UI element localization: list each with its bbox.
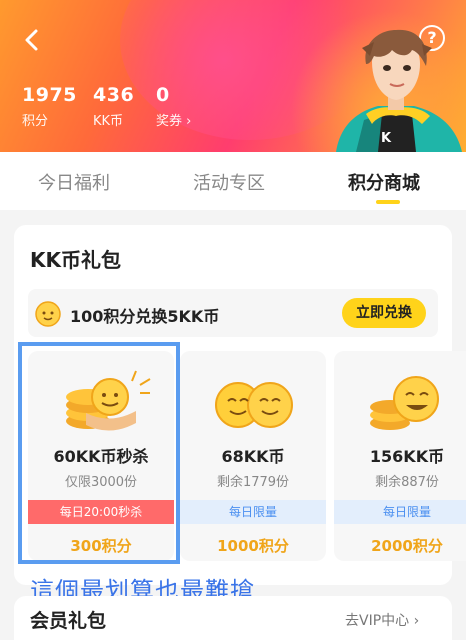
mascot-avatar: K xyxy=(336,29,462,152)
stat-points[interactable]: 1975 积分 xyxy=(22,84,77,129)
exchange-description: 100积分兑换5KK币 xyxy=(70,307,220,326)
stat-kk-coins[interactable]: 436 KK币 xyxy=(93,84,134,129)
chevron-left-icon[interactable] xyxy=(18,26,46,54)
product-price: 300积分 xyxy=(70,537,132,555)
stat-label: KK币 xyxy=(93,114,124,129)
product-card-156kk[interactable]: 156KK币 剩余887份 每日限量 2000积分 xyxy=(334,351,466,561)
product-stock: 仅限3000份 xyxy=(64,475,138,490)
stat-value: 0 xyxy=(156,84,170,106)
section-title: KK币礼包 xyxy=(30,248,121,272)
stat-vouchers[interactable]: 0 奖券 › xyxy=(156,84,191,129)
tab-events[interactable]: 活动专区 xyxy=(193,169,265,195)
vip-center-link[interactable]: 去VIP中心 › xyxy=(345,610,419,630)
exchange-now-button[interactable]: 立即兑换 xyxy=(342,298,426,328)
flash-sale-badge: 每日20:00秒杀 xyxy=(28,500,174,524)
product-price: 2000积分 xyxy=(371,537,443,555)
product-name: 156KK币 xyxy=(369,447,445,466)
stat-label: 积分 xyxy=(22,114,49,129)
product-name: 68KK币 xyxy=(221,447,285,466)
coin-stack-icon xyxy=(370,376,439,430)
daily-limit-badge: 每日限量 xyxy=(180,500,326,524)
stat-value: 1975 xyxy=(22,84,77,106)
daily-limit-badge: 每日限量 xyxy=(334,500,466,524)
profile-header: ? 1975 积分 436 KK币 0 奖券 › K xyxy=(0,0,466,152)
tab-daily-benefits[interactable]: 今日福利 xyxy=(38,169,110,195)
active-tab-indicator xyxy=(376,200,400,204)
stat-value: 436 xyxy=(93,84,135,106)
coins-icon xyxy=(215,382,293,428)
product-price: 1000积分 xyxy=(217,537,289,555)
product-card-60kk[interactable]: 60KK币秒杀 仅限3000份 每日20:00秒杀 300积分 xyxy=(28,351,174,561)
product-name: 60KK币秒杀 xyxy=(53,447,149,466)
product-stock: 剩余1779份 xyxy=(216,475,290,490)
tab-points-mall[interactable]: 积分商城 xyxy=(348,169,420,195)
product-stock: 剩余887份 xyxy=(375,475,439,490)
section-title: 会员礼包 xyxy=(30,610,107,632)
tab-bar: 今日福利 活动专区 积分商城 xyxy=(0,152,466,210)
stat-label: 奖券 › xyxy=(156,114,192,129)
coin-icon xyxy=(35,301,61,327)
coin-hug-icon xyxy=(66,370,151,431)
svg-text:K: K xyxy=(381,131,392,146)
product-card-68kk[interactable]: 68KK币 剩余1779份 每日限量 1000积分 xyxy=(180,351,326,561)
